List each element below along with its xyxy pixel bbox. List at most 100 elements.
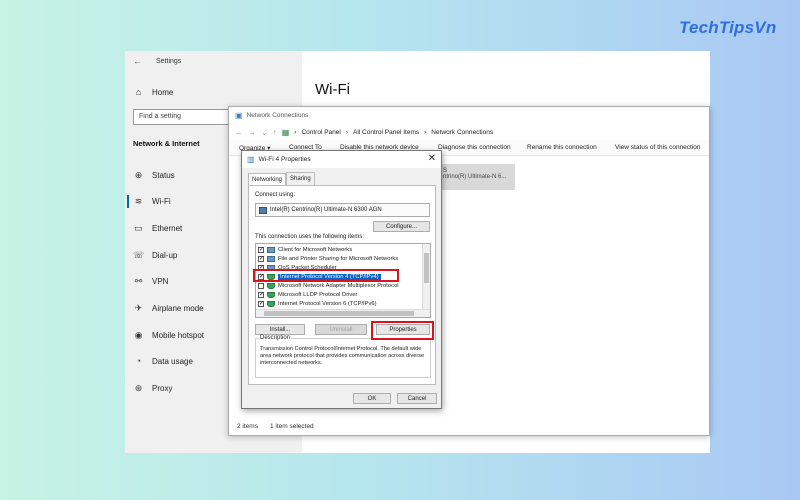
- window-title: Network Connections: [246, 112, 309, 119]
- item-count: 2 items: [237, 423, 258, 430]
- view-status-button[interactable]: View status of this connection: [615, 144, 701, 151]
- up-arrow-icon[interactable]: ↑: [273, 128, 277, 137]
- dialog-tabs: Networking Sharing: [248, 172, 315, 186]
- tile-line: ntrino(R) Ultimate-N 6...: [443, 174, 507, 180]
- sidebar-item-dialup[interactable]: ☏ Dial-up: [133, 250, 177, 261]
- status-icon: ⊕: [134, 170, 143, 180]
- connect-using-label: Connect using:: [255, 192, 296, 198]
- sidebar-item-proxy[interactable]: ⊛ Proxy: [133, 383, 173, 394]
- settings-titlebar: ← Settings: [125, 51, 302, 71]
- item-label: File and Printer Sharing for Microsoft N…: [278, 255, 399, 262]
- cancel-button[interactable]: Cancel: [397, 393, 437, 404]
- selection-count: 1 item selected: [269, 423, 314, 430]
- description-text: Transmission Control Protocol/Internet P…: [260, 346, 425, 366]
- sidebar-item-data-usage[interactable]: ◔ Data usage: [133, 356, 193, 366]
- ok-button[interactable]: OK: [353, 393, 391, 404]
- sidebar-item-label: Status: [152, 171, 175, 180]
- vpn-icon: ⚯: [134, 276, 143, 286]
- adapter-field: Intel(R) Centrino(R) Ultimate-N 6300 AGN: [255, 203, 430, 217]
- proxy-icon: ⊛: [134, 383, 143, 393]
- breadcrumb-item[interactable]: All Control Panel Items: [353, 129, 419, 136]
- protocol-icon: [267, 300, 275, 307]
- network-card-icon: [259, 207, 267, 214]
- rename-button[interactable]: Rename this connection: [527, 144, 597, 151]
- list-item[interactable]: Microsoft Network Adapter Multiplexor Pr…: [258, 281, 418, 290]
- address-bar: ← → ⌄ ↑ ▦ › Control Panel › All Control …: [229, 124, 709, 140]
- dialup-icon: ☏: [133, 250, 145, 260]
- dialog-titlebar: ▥ Wi-Fi 4 Properties ✕: [242, 151, 441, 168]
- sidebar-item-status[interactable]: ⊕ Status: [133, 170, 175, 181]
- page-title: Wi-Fi: [315, 81, 350, 98]
- description-group: Description Transmission Control Protoco…: [255, 335, 431, 378]
- vertical-scrollbar[interactable]: [422, 244, 430, 309]
- uninstall-button: Uninstall: [315, 324, 367, 335]
- close-icon[interactable]: ✕: [428, 153, 436, 164]
- control-panel-icon: ▦: [281, 127, 290, 137]
- section-heading: Network & Internet: [133, 139, 200, 148]
- breadcrumb-separator-icon: ›: [424, 128, 427, 136]
- list-item[interactable]: ✓ Microsoft LLDP Protocol Driver: [258, 290, 418, 299]
- network-folder-icon: ▣: [235, 111, 243, 120]
- checkbox[interactable]: [258, 282, 264, 289]
- checkbox[interactable]: ✓: [258, 246, 264, 253]
- checkbox[interactable]: ✓: [258, 255, 264, 262]
- sidebar-item-label: Airplane mode: [152, 304, 204, 313]
- item-label: Internet Protocol Version 6 (TCP/IPv6): [278, 300, 377, 307]
- hotspot-icon: ◉: [134, 330, 143, 340]
- client-network-icon: [267, 246, 275, 253]
- install-button[interactable]: Install...: [255, 324, 305, 335]
- tab-sharing[interactable]: Sharing: [286, 172, 315, 185]
- sidebar-item-ethernet[interactable]: ▭ Ethernet: [133, 223, 182, 234]
- status-bar: 2 items 1 item selected: [237, 423, 314, 430]
- wifi-adapter-tile[interactable]: S ntrino(R) Ultimate-N 6...: [439, 164, 515, 190]
- breadcrumb-separator-icon: ›: [345, 128, 348, 136]
- scroll-thumb[interactable]: [424, 253, 429, 283]
- protocol-icon: [267, 282, 275, 289]
- ethernet-icon: ▭: [134, 223, 143, 233]
- dialog-title: Wi-Fi 4 Properties: [258, 156, 311, 163]
- sidebar-item-label: Wi-Fi: [152, 197, 171, 206]
- highlight-ipv4-annotation: [253, 269, 399, 282]
- data-usage-icon: ◔: [135, 356, 142, 366]
- sidebar-item-label: Mobile hotspot: [152, 331, 205, 340]
- checkbox[interactable]: ✓: [258, 300, 264, 307]
- sidebar-item-label: Home: [152, 87, 174, 97]
- configure-button[interactable]: Configure...: [373, 221, 430, 232]
- list-item[interactable]: ✓ Client for Microsoft Networks: [258, 245, 418, 254]
- wifi-icon: ≋: [134, 196, 143, 206]
- recent-dropdown-icon[interactable]: ⌄: [261, 128, 268, 137]
- find-setting-input[interactable]: Find a setting: [133, 109, 229, 125]
- list-item[interactable]: ✓ File and Printer Sharing for Microsoft…: [258, 254, 418, 263]
- protocol-icon: [267, 291, 275, 298]
- diagnose-button[interactable]: Diagnose this connection: [438, 144, 511, 151]
- brand-logo: TechTipsVn: [679, 18, 777, 37]
- sidebar-item-vpn[interactable]: ⚯ VPN: [133, 276, 169, 287]
- breadcrumb-item[interactable]: Control Panel: [301, 129, 340, 136]
- horizontal-scrollbar[interactable]: [256, 309, 430, 317]
- highlight-properties-annotation: [371, 321, 434, 340]
- sidebar-item-label: Data usage: [152, 356, 193, 366]
- list-item[interactable]: ✓ Internet Protocol Version 6 (TCP/IPv6): [258, 299, 418, 308]
- sidebar-item-hotspot[interactable]: ◉ Mobile hotspot: [133, 330, 204, 341]
- active-indicator: [127, 195, 129, 208]
- item-label: Microsoft Network Adapter Multiplexor Pr…: [278, 282, 399, 289]
- breadcrumb-item[interactable]: Network Connections: [431, 129, 493, 136]
- sidebar-item-label: VPN: [152, 277, 169, 286]
- description-title: Description: [259, 335, 292, 341]
- sidebar-item-airplane[interactable]: ✈ Airplane mode: [133, 303, 204, 314]
- networking-panel: Connect using: Intel(R) Centrino(R) Ulti…: [248, 185, 436, 385]
- sidebar-item-wifi[interactable]: ≋ Wi-Fi: [133, 196, 171, 207]
- scroll-thumb[interactable]: [264, 311, 414, 316]
- window-titlebar: ▣ Network Connections: [229, 107, 709, 124]
- file-sharing-icon: [267, 255, 275, 262]
- settings-title: Settings: [156, 57, 182, 65]
- forward-icon[interactable]: →: [248, 128, 256, 137]
- adapter-name: Intel(R) Centrino(R) Ultimate-N 6300 AGN: [270, 207, 382, 213]
- item-label: Microsoft LLDP Protocol Driver: [278, 291, 358, 298]
- back-arrow-icon[interactable]: ←: [133, 56, 142, 66]
- back-icon[interactable]: ←: [235, 128, 243, 137]
- adapter-icon: ▥: [247, 155, 255, 164]
- sidebar-item-label: Proxy: [152, 384, 173, 393]
- checkbox[interactable]: ✓: [258, 291, 264, 298]
- sidebar-item-home[interactable]: ⌂ Home: [133, 87, 174, 97]
